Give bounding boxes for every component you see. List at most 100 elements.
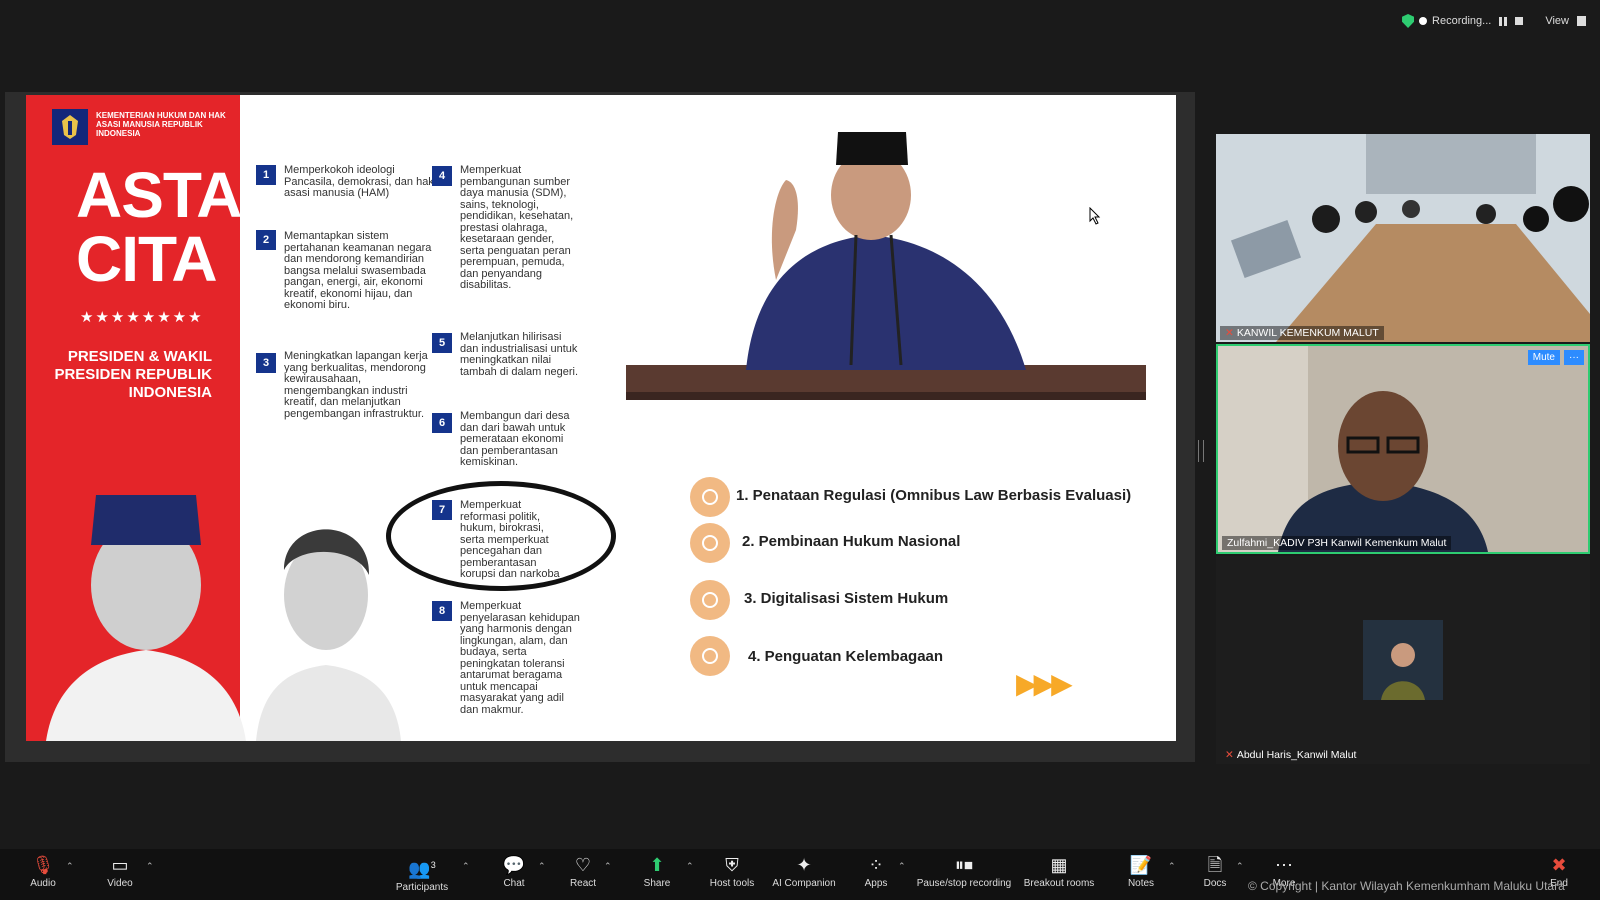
share-button[interactable]: ⬆ Share (642, 855, 672, 889)
notes-options-chevron-icon[interactable]: ⌃ (1168, 861, 1176, 872)
speaker-video (1218, 346, 1588, 552)
video-tile-3[interactable]: ✕ Abdul Haris_Kanwil Malut (1216, 556, 1590, 764)
pause-recording-icon[interactable] (1499, 16, 1508, 26)
agenda-bullet-icon (690, 523, 730, 563)
recording-label: Recording... (1432, 15, 1492, 27)
view-button[interactable]: View (1545, 15, 1569, 27)
president-caption: PRESIDEN & WAKIL PRESIDEN REPUBLIK INDON… (54, 348, 212, 401)
docs-button[interactable]: 🗎 Docs (1202, 855, 1228, 889)
sparkle-icon: ✦ (796, 855, 812, 875)
react-options-chevron-icon[interactable]: ⌃ (604, 861, 612, 872)
audio-options-chevron-icon[interactable]: ⌃ (66, 861, 74, 872)
breakout-label: Breakout rooms (1023, 878, 1095, 889)
recording-dot-icon (1419, 17, 1428, 25)
share-screen-icon: ⬆ (649, 855, 665, 875)
stars-row: ★★★★★★★★ (80, 309, 204, 326)
apps-label: Apps (864, 878, 888, 889)
ai-companion-button[interactable]: ✦ AI Companion (770, 855, 838, 889)
item-text-7: Memperkuat reformasi politik, hukum, bir… (460, 499, 560, 580)
item-number-3: 3 (256, 353, 276, 373)
item-text-4: Memperkuat pembangunan sumber daya manus… (460, 164, 574, 291)
end-close-icon: ✖ (1551, 855, 1567, 875)
ai-companion-label: AI Companion (772, 878, 836, 889)
agenda-item-2: 2. Pembinaan Hukum Nasional (742, 533, 961, 550)
shield-icon: ⛨ (725, 855, 739, 875)
participant-name-3-text: Abdul Haris_Kanwil Malut (1236, 749, 1357, 761)
view-grid-icon[interactable] (1577, 16, 1586, 26)
apps-icon: ⁘ (868, 855, 884, 875)
panel-resize-handle[interactable] (1198, 440, 1204, 462)
participants-label: Participants (395, 882, 449, 893)
breakout-rooms-button[interactable]: ▦ Breakout rooms (1022, 855, 1096, 889)
agenda-bullet-icon (690, 477, 730, 517)
arrows-decoration: ▶▶▶ (1016, 668, 1073, 699)
apps-button[interactable]: ⁘ Apps (862, 855, 890, 889)
participants-button[interactable]: 👥3 Participants (394, 855, 450, 893)
react-button[interactable]: ♡ React (568, 855, 598, 889)
docs-options-chevron-icon[interactable]: ⌃ (1236, 861, 1244, 872)
item-number-5: 5 (432, 333, 452, 353)
item-text-5: Melanjutkan hilirisasi dan industrialisa… (460, 331, 579, 378)
speaker-photo (616, 120, 1156, 410)
video-camera-icon: ▭ (111, 855, 129, 875)
share-options-chevron-icon[interactable]: ⌃ (686, 861, 694, 872)
participants-icon: 👥3 (408, 859, 436, 879)
mouse-cursor-icon (1089, 207, 1101, 225)
mic-muted-icon: ✕ (1225, 749, 1234, 761)
participant-name-1-text: KANWIL KEMENKUM MALUT (1236, 327, 1379, 339)
agenda-item-1: 1. Penataan Regulasi (Omnibus Law Berbas… (736, 487, 1132, 504)
host-tools-button[interactable]: ⛨ Host tools (708, 855, 756, 889)
ministry-logo-icon (52, 109, 88, 145)
notes-label: Notes (1127, 878, 1155, 889)
item-text-6: Membangun dari desa dan dari bawah untuk… (460, 410, 570, 468)
notes-button[interactable]: 📝 Notes (1126, 855, 1156, 889)
audio-label: Audio (30, 878, 56, 889)
agenda-item-4: 4. Penguatan Kelembagaan (748, 648, 944, 665)
item-number-1: 1 (256, 165, 276, 185)
meeting-topbar: Recording... View (1402, 14, 1586, 28)
audio-button[interactable]: 🎙 Audio (28, 855, 58, 889)
shared-screen: KEMENTERIAN HUKUM DAN HAK ASASI MANUSIA … (5, 92, 1195, 762)
title-line-1: ASTA (76, 159, 242, 231)
document-icon: 🗎 (1207, 855, 1223, 875)
pause-stop-icon: ⏸⏹ (955, 855, 973, 875)
item-text-1: Memperkokoh ideologi Pancasila, demokras… (284, 164, 434, 199)
more-options-button[interactable]: ··· (1564, 350, 1584, 365)
item-number-7: 7 (432, 500, 452, 520)
mute-button[interactable]: Mute (1527, 350, 1560, 365)
breakout-grid-icon: ▦ (1050, 855, 1068, 875)
video-tile-2[interactable]: Mute ··· Zulfahmi_KADIV P3H Kanwil Kemen… (1216, 344, 1590, 554)
copyright-footer: © Copyright | Kantor Wilayah Kemenkumham… (1248, 879, 1565, 893)
agenda-bullet-icon (690, 580, 730, 620)
video-button[interactable]: ▭ Video (104, 855, 136, 889)
chat-label: Chat (503, 878, 525, 889)
docs-label: Docs (1203, 878, 1227, 889)
host-tools-label: Host tools (709, 878, 755, 889)
conference-room-video (1216, 134, 1590, 342)
participant-name-3: ✕ Abdul Haris_Kanwil Malut (1220, 748, 1361, 762)
pause-stop-recording-button[interactable]: ⏸⏹ Pause/stop recording (914, 855, 1014, 889)
react-label: React (569, 878, 597, 889)
video-tile-1[interactable]: ✕ KANWIL KEMENKUM MALUT (1216, 134, 1590, 342)
item-number-4: 4 (432, 166, 452, 186)
recording-indicator[interactable]: Recording... (1402, 14, 1491, 28)
avatar (1363, 620, 1443, 700)
stop-recording-icon[interactable] (1515, 17, 1524, 25)
mic-muted-icon: ✕ (1225, 327, 1234, 339)
notes-icon: 📝 (1129, 855, 1153, 875)
item-text-8: Memperkuat penyelarasan kehidupan yang h… (460, 600, 580, 716)
agenda-bullet-icon (690, 636, 730, 676)
microphone-muted-icon: 🎙 (31, 855, 55, 875)
participant-name-1: ✕ KANWIL KEMENKUM MALUT (1220, 326, 1384, 340)
video-options-chevron-icon[interactable]: ⌃ (146, 861, 154, 872)
apps-options-chevron-icon[interactable]: ⌃ (898, 861, 906, 872)
ministry-name: KEMENTERIAN HUKUM DAN HAK ASASI MANUSIA … (96, 111, 226, 138)
item-text-3: Meningkatkan lapangan kerja yang berkual… (284, 350, 428, 420)
agenda-item-3: 3. Digitalisasi Sistem Hukum (744, 590, 949, 607)
chat-button[interactable]: 💬 Chat (500, 855, 528, 889)
participants-options-chevron-icon[interactable]: ⌃ (462, 861, 470, 872)
participant-name-2: Zulfahmi_KADIV P3H Kanwil Kemenkum Malut (1222, 536, 1452, 550)
title-line-2: CITA (76, 223, 218, 295)
participants-count: 3 (430, 860, 436, 870)
chat-options-chevron-icon[interactable]: ⌃ (538, 861, 546, 872)
